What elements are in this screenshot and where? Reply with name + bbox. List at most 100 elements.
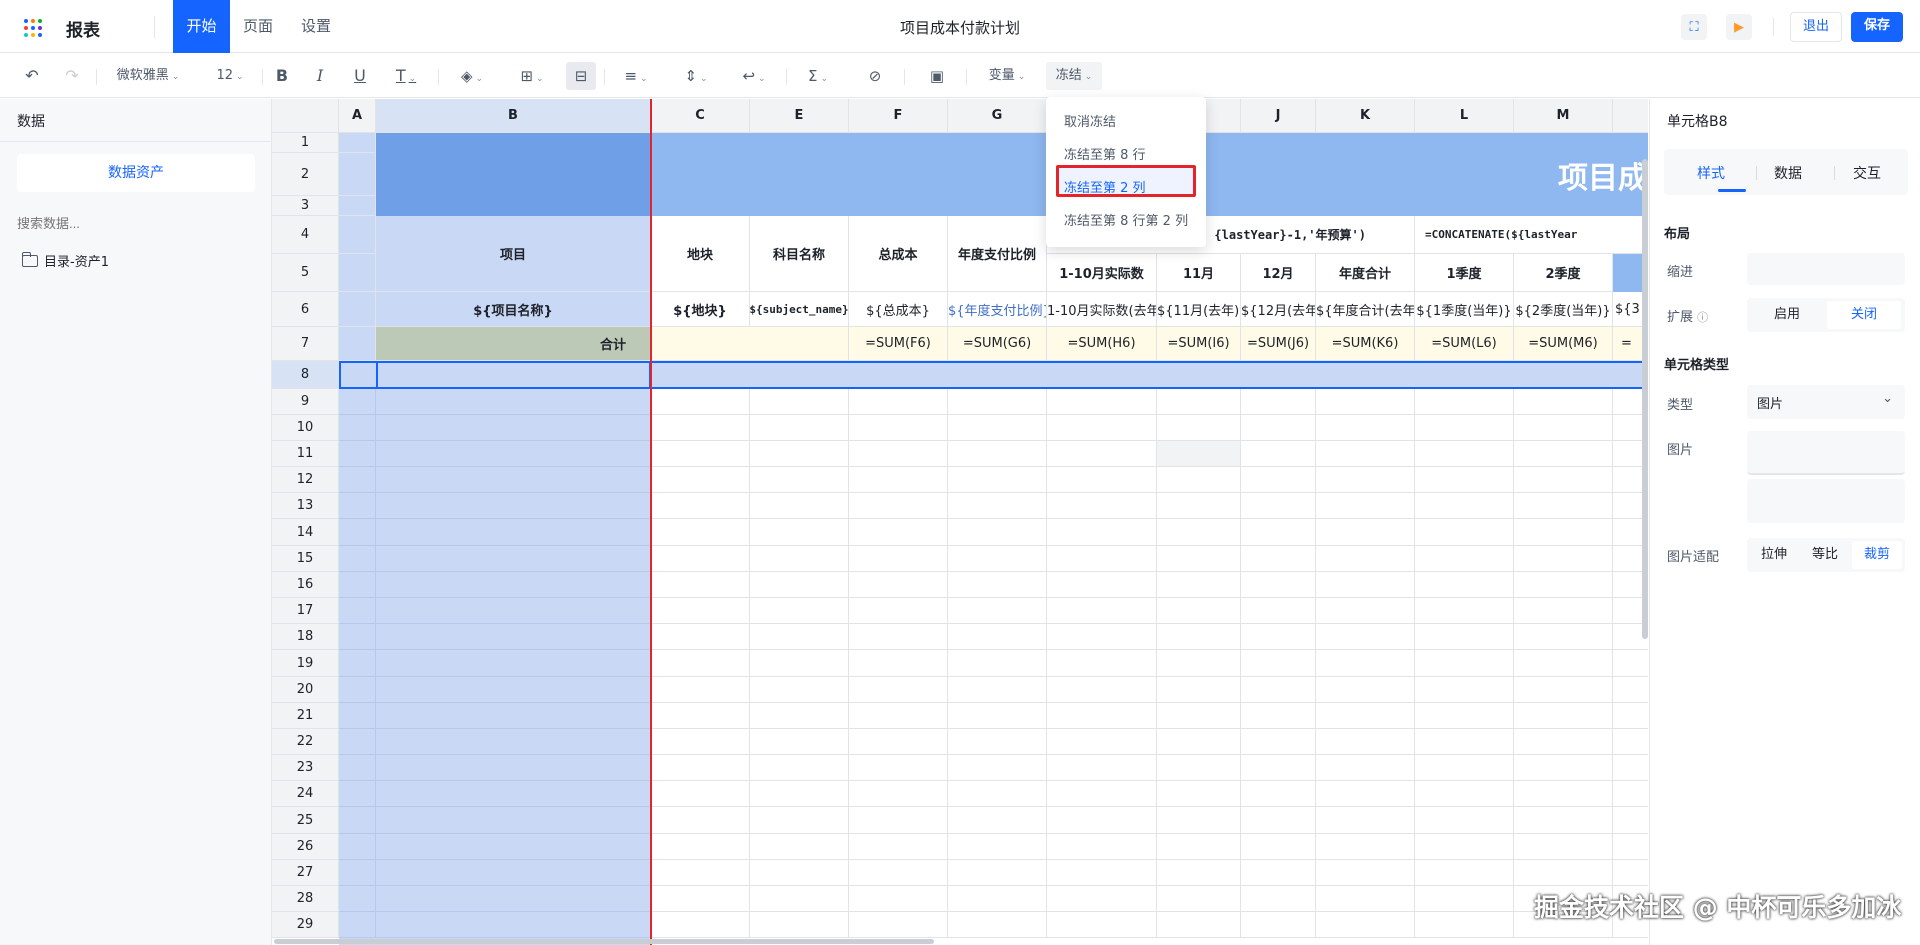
grid-cell[interactable] xyxy=(849,860,948,886)
grid-cell[interactable] xyxy=(948,415,1047,441)
grid-cell[interactable] xyxy=(376,912,651,938)
grid-cell[interactable] xyxy=(750,467,849,493)
grid-cell[interactable] xyxy=(750,441,849,467)
grid-cell[interactable] xyxy=(1241,415,1316,441)
grid-cell[interactable] xyxy=(1514,755,1613,781)
grid-cell[interactable] xyxy=(1613,860,1648,886)
grid-cell[interactable] xyxy=(849,650,948,677)
grid-cell[interactable] xyxy=(1316,755,1415,781)
grid-cell[interactable] xyxy=(1613,807,1648,834)
grid-cell[interactable] xyxy=(1514,572,1613,598)
cell-l4-merged[interactable]: =CONCATENATE(${lastYear xyxy=(1415,216,1648,254)
row-header[interactable]: 7 xyxy=(272,327,339,361)
grid-cell[interactable] xyxy=(1415,519,1514,546)
row-header[interactable]: 19 xyxy=(272,650,339,677)
cell-m5[interactable]: 2季度 xyxy=(1514,254,1613,292)
grid-cell[interactable] xyxy=(750,493,849,519)
grid-cell[interactable] xyxy=(849,703,948,729)
grid-cell[interactable] xyxy=(1613,677,1648,703)
row-header[interactable]: 6 xyxy=(272,292,339,327)
row-header[interactable]: 10 xyxy=(272,415,339,441)
grid-cell[interactable] xyxy=(651,519,750,546)
grid-cell[interactable] xyxy=(376,493,651,519)
row-header[interactable]: 27 xyxy=(272,860,339,886)
cell-g7[interactable]: =SUM(G6) xyxy=(948,327,1047,361)
grid-cell[interactable] xyxy=(1415,415,1514,441)
row-header[interactable]: 26 xyxy=(272,834,339,860)
column-header[interactable]: A xyxy=(339,99,376,133)
cell-i5[interactable]: 11月 xyxy=(1157,254,1241,292)
grid-cell[interactable] xyxy=(948,860,1047,886)
grid-cell[interactable] xyxy=(1613,755,1648,781)
grid-cell[interactable] xyxy=(339,254,376,292)
grid-cell[interactable] xyxy=(339,860,376,886)
grid-cell[interactable] xyxy=(376,389,651,415)
grid-cell[interactable] xyxy=(1415,781,1514,807)
cell-g4[interactable]: 年度支付比例 xyxy=(948,216,1047,292)
cell-b4[interactable]: 项目 xyxy=(376,216,651,292)
grid-cell[interactable] xyxy=(1157,755,1241,781)
grid-cell[interactable] xyxy=(1241,546,1316,572)
row-header[interactable]: 14 xyxy=(272,519,339,546)
grid-cell[interactable] xyxy=(1316,912,1415,938)
grid-cell[interactable] xyxy=(1047,755,1157,781)
grid-cell[interactable] xyxy=(1514,467,1613,493)
grid-cell[interactable] xyxy=(651,389,750,415)
grid-cell[interactable] xyxy=(1157,677,1241,703)
cell-c4[interactable]: 地块 xyxy=(651,216,750,292)
grid-cell[interactable] xyxy=(948,729,1047,755)
text-color-icon[interactable]: T ⌄ xyxy=(386,62,426,90)
grid-cell[interactable] xyxy=(376,572,651,598)
grid-cell[interactable] xyxy=(1514,415,1613,441)
grid-cell[interactable] xyxy=(1613,781,1648,807)
grid-cell[interactable] xyxy=(750,729,849,755)
fit-crop-option[interactable]: 裁剪 xyxy=(1852,541,1902,569)
grid-cell[interactable] xyxy=(1241,519,1316,546)
grid-cell[interactable] xyxy=(1415,755,1514,781)
row-header[interactable]: 22 xyxy=(272,729,339,755)
grid-cell[interactable] xyxy=(948,912,1047,938)
grid-cell[interactable] xyxy=(1241,912,1316,938)
grid-cell[interactable] xyxy=(376,807,651,834)
grid-cell[interactable] xyxy=(1157,886,1241,912)
grid-cell[interactable] xyxy=(1316,415,1415,441)
grid-cell[interactable] xyxy=(1047,912,1157,938)
grid-cell[interactable] xyxy=(339,519,376,546)
grid-cell[interactable] xyxy=(948,807,1047,834)
grid-cell[interactable] xyxy=(376,467,651,493)
horizontal-scrollbar[interactable] xyxy=(274,939,934,944)
grid-cell[interactable] xyxy=(1415,598,1514,624)
menu-page[interactable]: 页面 xyxy=(236,0,280,53)
grid-cell[interactable] xyxy=(948,755,1047,781)
grid-cell[interactable] xyxy=(1514,834,1613,860)
freeze-row8-col2-option[interactable]: 冻结至第 8 行第 2 列 xyxy=(1064,212,1188,232)
grid-cell[interactable] xyxy=(750,912,849,938)
cell-i7[interactable]: =SUM(I6) xyxy=(1157,327,1241,361)
grid-cell[interactable] xyxy=(1047,389,1157,415)
unfreeze-option[interactable]: 取消冻结 xyxy=(1064,113,1116,133)
grid-cell[interactable] xyxy=(651,598,750,624)
grid-cell[interactable] xyxy=(1415,886,1514,912)
grid-cell[interactable] xyxy=(1157,572,1241,598)
freeze-row-8-option[interactable]: 冻结至第 8 行 xyxy=(1064,146,1146,166)
grid-cell[interactable] xyxy=(750,677,849,703)
grid-cell[interactable] xyxy=(1316,598,1415,624)
grid-cell[interactable] xyxy=(1415,807,1514,834)
grid-cell[interactable] xyxy=(1415,493,1514,519)
row-header[interactable]: 18 xyxy=(272,624,339,650)
grid-cell[interactable] xyxy=(1047,572,1157,598)
cell-l5[interactable]: 1季度 xyxy=(1415,254,1514,292)
grid-cell[interactable] xyxy=(849,415,948,441)
play-icon[interactable]: ▶ xyxy=(1726,14,1752,40)
grid-cell[interactable] xyxy=(1241,389,1316,415)
grid-cell[interactable] xyxy=(1316,886,1415,912)
grid-cell[interactable] xyxy=(1415,572,1514,598)
column-header[interactable]: B xyxy=(376,99,651,133)
grid-cell[interactable] xyxy=(1047,781,1157,807)
grid-cell[interactable] xyxy=(1241,467,1316,493)
row-header[interactable]: 21 xyxy=(272,703,339,729)
grid-cell[interactable] xyxy=(1241,650,1316,677)
grid-cell[interactable] xyxy=(948,493,1047,519)
row-header[interactable]: 23 xyxy=(272,755,339,781)
row-header[interactable]: 3 xyxy=(272,196,339,216)
